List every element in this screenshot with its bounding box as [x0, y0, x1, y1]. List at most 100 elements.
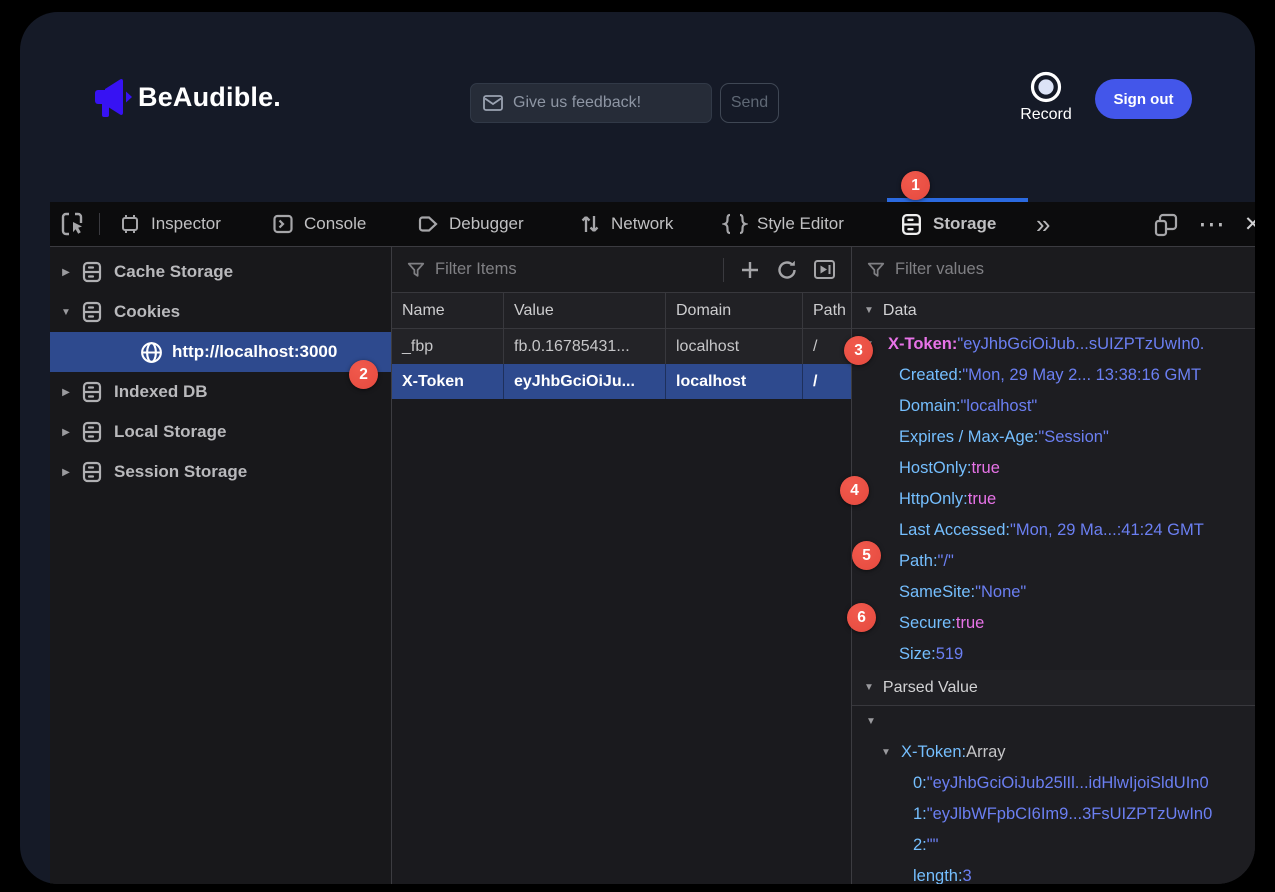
- storage-type-icon: [80, 460, 104, 484]
- tab-network[interactable]: Network: [578, 202, 673, 246]
- sidebar-item-session-storage[interactable]: ▶ Session Storage: [50, 452, 391, 492]
- tree-value: Array: [966, 743, 1005, 762]
- section-expander-icon[interactable]: ▼: [864, 305, 874, 316]
- tree-row-hostonly[interactable]: HostOnly:true: [852, 453, 1255, 484]
- cookie-row-fbp[interactable]: _fbp fb.0.16785431... localhost /: [392, 329, 851, 364]
- double-chevron-icon: »: [1036, 211, 1050, 237]
- style-editor-icon: [722, 212, 748, 236]
- tree-key: Size:: [899, 645, 936, 664]
- expander-collapsed-icon[interactable]: ▶: [58, 427, 74, 438]
- tree-value: 519: [936, 645, 964, 664]
- play-panel-icon: [812, 257, 837, 282]
- tree-key: HostOnly:: [899, 459, 971, 478]
- tree-key: SameSite:: [899, 583, 975, 602]
- send-button[interactable]: Send: [720, 83, 779, 123]
- cell-path: /: [803, 364, 851, 399]
- sidebar-item-indexed-db[interactable]: ▶ Indexed DB: [50, 372, 391, 412]
- sign-out-button[interactable]: Sign out: [1095, 79, 1192, 119]
- expander-expanded-icon[interactable]: ▼: [58, 307, 74, 318]
- cookie-row-x-token[interactable]: X-Token eyJhbGciOiJu... localhost /: [392, 364, 851, 399]
- tree-row-domain[interactable]: Domain:"localhost": [852, 391, 1255, 422]
- sidebar-item-cache-storage[interactable]: ▶ Cache Storage: [50, 252, 391, 292]
- refresh-button[interactable]: [772, 255, 802, 285]
- node-expander-icon[interactable]: ▼: [881, 747, 891, 758]
- tree-row-parsed-root[interactable]: ▼: [852, 706, 1255, 737]
- expander-collapsed-icon[interactable]: ▶: [58, 387, 74, 398]
- tree-row-size[interactable]: Size:519: [852, 639, 1255, 670]
- tree-key: Secure:: [899, 614, 956, 633]
- annotation-badge-6: 6: [847, 603, 876, 632]
- responsive-design-button[interactable]: [1153, 202, 1180, 246]
- tree-key: Last Accessed:: [899, 521, 1010, 540]
- tree-key: HttpOnly:: [899, 490, 968, 509]
- responsive-design-icon: [1153, 211, 1180, 238]
- tree-row-array-2[interactable]: 2:"": [852, 830, 1255, 861]
- tree-row-path[interactable]: Path:"/": [852, 546, 1255, 577]
- column-header-value[interactable]: Value: [504, 293, 666, 328]
- table-toolbar-actions: [723, 255, 839, 285]
- node-expander-icon[interactable]: ▼: [866, 716, 876, 727]
- add-item-button[interactable]: [735, 255, 765, 285]
- tree-value: "": [927, 836, 939, 855]
- tree-row-httponly[interactable]: HttpOnly:true: [852, 484, 1255, 515]
- tab-label: Console: [304, 214, 366, 234]
- sidebar-item-label: Cookies: [114, 302, 180, 322]
- parsed-value-tree: ▼ ▼ X-Token:Array 0:"eyJhbGciOiJub25lIl.…: [852, 706, 1255, 884]
- filter-items-input[interactable]: Filter Items: [435, 260, 517, 279]
- tree-row-expires[interactable]: Expires / Max-Age:"Session": [852, 422, 1255, 453]
- expander-collapsed-icon[interactable]: ▶: [58, 467, 74, 478]
- tree-value: "localhost": [960, 397, 1037, 416]
- filter-values-input[interactable]: Filter values: [895, 260, 984, 279]
- sidebar-item-localhost-cookies[interactable]: http://localhost:3000: [50, 332, 391, 372]
- sidebar-item-label: http://localhost:3000: [172, 342, 337, 362]
- tree-key: Domain:: [899, 397, 960, 416]
- tree-row-x-token[interactable]: ▼ X-Token:"eyJhbGciOiJub...sUIZPTzUwIn0.: [852, 329, 1255, 360]
- tree-row-secure[interactable]: Secure:true: [852, 608, 1255, 639]
- tree-row-array-length[interactable]: length:3: [852, 861, 1255, 884]
- element-picker-button[interactable]: [60, 202, 86, 246]
- envelope-icon: [483, 94, 503, 112]
- parsed-value-section-header[interactable]: ▼ Parsed Value: [852, 670, 1255, 706]
- tree-row-x-token-array[interactable]: ▼ X-Token:Array: [852, 737, 1255, 768]
- devtools-menu-button[interactable]: ⋯: [1198, 202, 1225, 246]
- sidebar-item-local-storage[interactable]: ▶ Local Storage: [50, 412, 391, 452]
- tab-style-editor[interactable]: Style Editor: [722, 202, 844, 246]
- section-expander-icon[interactable]: ▼: [864, 682, 874, 693]
- tree-value: "Mon, 29 Ma...:41:24 GMT: [1010, 521, 1204, 540]
- devtools-close-button[interactable]: ✕: [1244, 202, 1255, 246]
- column-header-domain[interactable]: Domain: [666, 293, 803, 328]
- tree-key: Path:: [899, 552, 938, 571]
- tree-row-samesite[interactable]: SameSite:"None": [852, 577, 1255, 608]
- record-button[interactable]: Record: [1014, 70, 1078, 124]
- tab-debugger[interactable]: Debugger: [416, 202, 524, 246]
- devtools-panel: Inspector Console Debugger: [50, 202, 1255, 884]
- feedback-field-wrap: [470, 83, 712, 123]
- storage-type-icon: [80, 420, 104, 444]
- run-button[interactable]: [809, 255, 839, 285]
- tree-row-array-1[interactable]: 1:"eyJlbWFpbCI6Im9...3FsUIZPTzUwIn0: [852, 799, 1255, 830]
- data-section-header[interactable]: ▼ Data: [852, 293, 1255, 329]
- feedback-input[interactable]: [470, 83, 712, 123]
- app-window: BeAudible. Send Record Sign out: [20, 12, 1255, 884]
- column-header-path[interactable]: Path: [803, 293, 851, 328]
- tree-row-array-0[interactable]: 0:"eyJhbGciOiJub25lIl...idHlwIjoiSldUIn0: [852, 768, 1255, 799]
- tree-row-created[interactable]: Created:"Mon, 29 May 2... 13:38:16 GMT: [852, 360, 1255, 391]
- column-header-name[interactable]: Name: [392, 293, 504, 328]
- tree-key: length:: [913, 867, 963, 884]
- sidebar-item-cookies[interactable]: ▼ Cookies: [50, 292, 391, 332]
- annotation-badge-1: 1: [901, 171, 930, 200]
- tab-storage[interactable]: Storage: [899, 202, 996, 246]
- expander-collapsed-icon[interactable]: ▶: [58, 267, 74, 278]
- tree-row-last-accessed[interactable]: Last Accessed:"Mon, 29 Ma...:41:24 GMT: [852, 515, 1255, 546]
- devtools-body: ▶ Cache Storage ▼ Cookies: [50, 247, 1255, 884]
- sidebar-item-label: Indexed DB: [114, 382, 208, 402]
- tab-inspector[interactable]: Inspector: [118, 202, 221, 246]
- tree-key: Created:: [899, 366, 962, 385]
- tabbar-separator: [99, 213, 100, 235]
- tree-value: "Session": [1038, 428, 1108, 447]
- more-tabs-button[interactable]: »: [1036, 202, 1050, 246]
- tree-value: true: [968, 490, 996, 509]
- storage-icon: [899, 212, 924, 237]
- tab-console[interactable]: Console: [271, 202, 366, 246]
- tree-key: X-Token:: [901, 743, 966, 762]
